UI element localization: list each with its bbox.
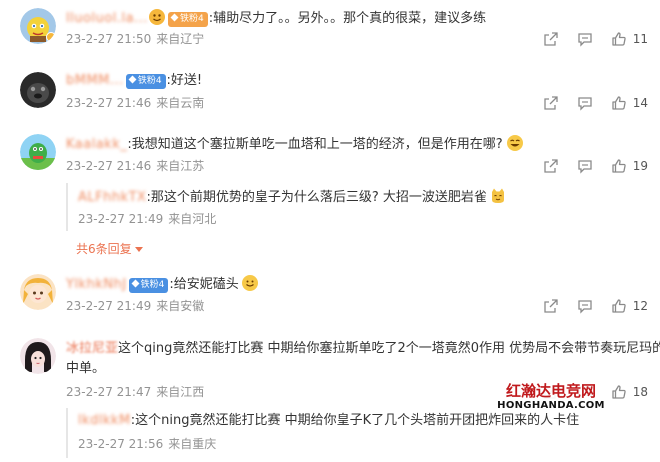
caret-down-icon [134, 247, 143, 252]
share-icon [544, 32, 558, 46]
comment-text: :辅助尽力了。。另外。。那个真的很菜，建议多练 [208, 11, 487, 26]
location: 来自河北 [168, 212, 217, 226]
avatar[interactable] [20, 72, 56, 108]
comment-meta: 23-2-27 21:50 来自辽宁 [66, 31, 204, 47]
like-count: 11 [632, 32, 648, 46]
watermark-logo: 红瀚达电竞网 HONGHANDA.COM [495, 382, 607, 412]
comment-icon [578, 300, 592, 314]
reply-text: :这个ning竟然还能打比赛 中期给你皇子K了几个头塔前开团把炸回来的人卡住 [130, 413, 580, 428]
avatar[interactable] [20, 134, 56, 170]
comment-icon [578, 33, 592, 47]
share-icon [544, 159, 558, 173]
username[interactable]: Kaalakk_ [66, 137, 127, 152]
reply-button[interactable] [577, 298, 593, 314]
diamond-icon [170, 13, 179, 22]
reply-username[interactable]: ALFhhkTX [78, 190, 146, 205]
grin-emoji-icon [506, 134, 524, 152]
timestamp: 23-2-27 21:50 [66, 32, 152, 46]
username[interactable]: bMMM... [66, 73, 124, 88]
timestamp: 23-2-27 21:56 [78, 437, 164, 451]
like-button[interactable]: 14 [611, 95, 648, 111]
timestamp: 23-2-27 21:47 [66, 385, 152, 399]
fan-badge[interactable]: 铁粉4 [128, 278, 169, 293]
more-replies-link[interactable]: 共6条回复 [76, 240, 143, 257]
comment-meta: 23-2-27 21:46 来自江苏 [66, 158, 204, 174]
comment-icon [578, 160, 592, 174]
smile-emoji-icon [241, 274, 259, 292]
comment-meta: 23-2-27 21:46 来自云南 [66, 95, 204, 111]
reply-meta: 23-2-27 21:56 来自重庆 [78, 436, 216, 452]
reply-username[interactable]: lkdlkkM [78, 413, 131, 428]
share-button[interactable] [543, 298, 559, 314]
location: 来自重庆 [168, 437, 217, 451]
like-count: 19 [632, 159, 648, 173]
comment-actions: 14 [525, 93, 648, 113]
comment-icon [578, 97, 592, 111]
share-icon [544, 299, 558, 313]
like-button[interactable]: 18 [611, 384, 648, 400]
reply-thread: lkdlkkM:这个ning竟然还能打比赛 中期给你皇子K了几个头塔前开团把炸回… [66, 408, 579, 458]
location: 来自安徽 [156, 299, 205, 313]
avatar[interactable] [20, 274, 56, 310]
comment-text: :我想知道这个塞拉斯单吃一血塔和上一塔的经济，但是作用在哪? [127, 137, 503, 152]
thumbs-up-icon [612, 96, 626, 110]
avatar[interactable] [20, 8, 56, 44]
share-button[interactable] [543, 31, 559, 47]
location: 来自江西 [156, 385, 205, 399]
location: 来自辽宁 [156, 32, 205, 46]
like-button[interactable]: 11 [611, 31, 648, 47]
timestamp: 23-2-27 21:49 [78, 212, 164, 226]
share-button[interactable] [543, 95, 559, 111]
timestamp: 23-2-27 21:46 [66, 96, 152, 110]
like-count: 12 [632, 299, 648, 313]
location: 来自云南 [156, 96, 205, 110]
username[interactable]: 冰拉尼亚 [66, 341, 118, 356]
comment-text-continued: 中单。 [66, 361, 106, 376]
cat-emoji-icon [489, 187, 507, 205]
share-icon [544, 96, 558, 110]
diamond-icon [131, 279, 140, 288]
reply-button[interactable] [577, 31, 593, 47]
comment-actions: 12 [525, 296, 648, 316]
comment-meta: 23-2-27 21:49 来自安徽 [66, 298, 204, 314]
comment-text: 这个qing竟然还能打比赛 中期给你塞拉斯单吃了2个一塔竟然0作用 优势局不会带… [118, 341, 660, 356]
watermark-domain: HONGHANDA.COM [497, 400, 605, 411]
thumbs-up-icon [612, 385, 626, 399]
like-count: 14 [632, 96, 648, 110]
like-count: 18 [632, 385, 648, 399]
thumbs-up-icon [612, 299, 626, 313]
reply-button[interactable] [577, 158, 593, 174]
comment-actions: 11 [525, 29, 648, 49]
reply-meta: 23-2-27 21:49 来自河北 [78, 211, 216, 227]
diamond-icon [128, 75, 137, 84]
location: 来自江苏 [156, 159, 205, 173]
username[interactable]: lluoluol.la... [66, 11, 148, 26]
thumbs-up-icon [612, 159, 626, 173]
share-button[interactable] [543, 158, 559, 174]
fan-badge[interactable]: 铁粉4 [167, 12, 208, 27]
like-button[interactable]: 19 [611, 158, 648, 174]
reply-thread: ALFhhkTX:那这个前期优势的皇子为什么落后三级? 大招一波送肥岩雀 23-… [66, 183, 556, 231]
comment-actions: 19 [525, 156, 648, 176]
thumbs-up-icon [612, 32, 626, 46]
reply-text: :那这个前期优势的皇子为什么落后三级? 大招一波送肥岩雀 [146, 190, 487, 205]
watermark-title: 红瀚达电竞网 [505, 382, 596, 400]
reply-button[interactable] [577, 95, 593, 111]
username[interactable]: YlkhkNhJ [66, 277, 127, 292]
comment-text: :给安妮磕头 [169, 277, 239, 292]
comment-meta: 23-2-27 21:47 来自江西 [66, 384, 204, 400]
like-button[interactable]: 12 [611, 298, 648, 314]
avatar[interactable] [20, 338, 56, 374]
fan-badge[interactable]: 铁粉4 [125, 74, 166, 89]
fan-emoji-icon [148, 8, 166, 26]
timestamp: 23-2-27 21:46 [66, 159, 152, 173]
comment-text: :好送! [166, 73, 203, 88]
timestamp: 23-2-27 21:49 [66, 299, 152, 313]
